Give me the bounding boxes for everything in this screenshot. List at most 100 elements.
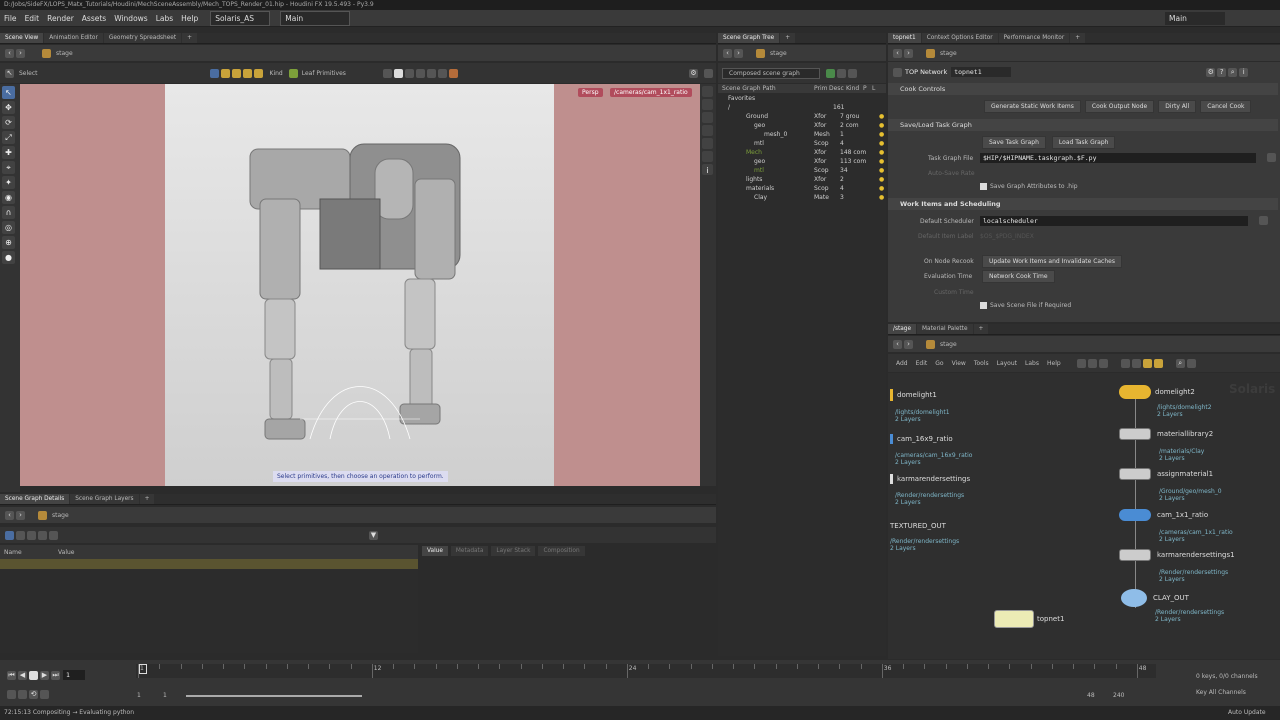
filter-icon[interactable]: ▼ xyxy=(369,530,378,540)
net-menu-layout[interactable]: Layout xyxy=(997,360,1017,367)
on-node-recook-dropdown[interactable]: Update Work Items and Invalidate Caches xyxy=(982,255,1122,268)
first-frame-icon[interactable]: ⏮ xyxy=(7,670,16,680)
node-materiallibrary2[interactable]: materiallibrary2 /materials/Clay 2 Layer… xyxy=(1119,428,1213,462)
default-scheduler-field[interactable]: localscheduler xyxy=(980,216,1248,226)
default-item-label-field[interactable]: $OS_$PDG_INDEX xyxy=(980,233,1034,240)
node-cam_1x1_ratio[interactable]: cam_1x1_ratio /cameras/cam_1x1_ratio 2 L… xyxy=(1119,509,1233,543)
cook-controls-header[interactable]: Cook Controls xyxy=(888,83,1278,95)
file-browse-icon[interactable] xyxy=(1267,153,1276,162)
flag-icon[interactable] xyxy=(1142,358,1152,368)
rotate-tool-icon[interactable]: ⟳ xyxy=(2,116,15,129)
tab-scene-graph-tree[interactable]: Scene Graph Tree xyxy=(718,33,780,43)
tab-layer-stack[interactable]: Layer Stack xyxy=(491,546,536,556)
top-path[interactable]: stage xyxy=(940,50,957,57)
range-slider[interactable] xyxy=(186,695,362,697)
tab-scene-graph-details[interactable]: Scene Graph Details xyxy=(0,494,70,504)
camera-tool-icon[interactable]: ◉ xyxy=(2,191,15,204)
col-path[interactable]: Scene Graph Path xyxy=(722,85,776,92)
col-l[interactable]: L xyxy=(872,85,875,92)
loop-icon[interactable]: ⟲ xyxy=(29,690,38,699)
lock-icon[interactable]: ● xyxy=(879,121,884,130)
help-icon[interactable]: ? xyxy=(1217,67,1227,77)
scene-graph-dropdown[interactable]: Composed scene graph xyxy=(722,67,820,79)
viewport-canvas[interactable]: Persp /cameras/cam_1x1_ratio Select prim… xyxy=(20,84,700,486)
forward-icon[interactable]: › xyxy=(734,48,743,58)
cancel-cook-button[interactable]: Cancel Cook xyxy=(1200,100,1252,113)
camera-icon[interactable] xyxy=(702,138,713,149)
scale-tool-icon[interactable]: ⤢ xyxy=(2,131,15,144)
lock-icon[interactable]: ● xyxy=(879,175,884,184)
context-selector[interactable]: Main xyxy=(280,10,351,26)
play-icon[interactable]: ▶ xyxy=(40,670,49,680)
network-options-icon[interactable] xyxy=(1186,358,1196,368)
tool-icon[interactable] xyxy=(1087,358,1097,368)
box-select-icon[interactable] xyxy=(382,68,392,78)
menu-help[interactable]: Help xyxy=(177,10,202,27)
back-icon[interactable]: ‹ xyxy=(893,48,902,58)
net-menu-go[interactable]: Go xyxy=(935,360,943,367)
tree-row[interactable]: lights Xfor 2 ● xyxy=(718,175,884,184)
dirty-all-button[interactable]: Dirty All xyxy=(1158,100,1197,113)
add-tab-icon[interactable]: + xyxy=(973,324,989,334)
node-karmarendersettings[interactable]: karmarendersettings /Render/rendersettin… xyxy=(890,474,970,506)
tab-animation-editor[interactable]: Animation Editor xyxy=(44,33,103,43)
magnet-tool-icon[interactable]: ∩ xyxy=(2,206,15,219)
details-path[interactable]: stage xyxy=(52,512,69,519)
tree-row[interactable]: mesh_0 Mesh 1 ● xyxy=(718,130,884,139)
net-menu-edit[interactable]: Edit xyxy=(916,360,928,367)
light-tool-icon[interactable]: ✦ xyxy=(2,176,15,189)
back-icon[interactable]: ‹ xyxy=(893,339,902,349)
visible-only-icon[interactable] xyxy=(437,68,447,78)
options-icon[interactable] xyxy=(848,68,857,78)
play-back-icon[interactable]: ◀ xyxy=(18,670,27,680)
lock-icon[interactable]: ● xyxy=(879,157,884,166)
move-tool-icon[interactable]: ✥ xyxy=(2,101,15,114)
stop-icon[interactable] xyxy=(29,670,38,680)
forward-icon[interactable]: › xyxy=(904,48,913,58)
display-options-icon[interactable] xyxy=(704,68,713,78)
network-name-field[interactable]: topnet1 xyxy=(951,67,1012,77)
rows-icon[interactable] xyxy=(38,530,47,540)
light-icon[interactable] xyxy=(702,125,713,136)
select-mode2-icon[interactable] xyxy=(231,68,241,78)
add-tab-icon[interactable]: + xyxy=(780,33,796,43)
node-karmarendersettings1[interactable]: karmarendersettings1 /Render/rendersetti… xyxy=(1119,549,1235,583)
tree-row[interactable]: geo Xfor 2 com ● xyxy=(718,121,884,130)
tab-scene-graph-layers[interactable]: Scene Graph Layers xyxy=(70,494,139,504)
persp-tool-icon[interactable]: ● xyxy=(2,251,15,264)
current-frame-field[interactable]: 1 xyxy=(63,670,85,680)
work-items-header[interactable]: Work Items and Scheduling xyxy=(888,198,1278,210)
tree-row[interactable]: mtl Scop 34 ● xyxy=(718,166,884,175)
gear-icon[interactable]: ⚙ xyxy=(689,68,698,78)
handle-tool-icon[interactable]: ✚ xyxy=(2,146,15,159)
note-icon[interactable] xyxy=(1153,358,1163,368)
add-tab-icon[interactable]: + xyxy=(1070,33,1086,43)
lock-icon[interactable]: ● xyxy=(879,130,884,139)
evaluation-time-dropdown[interactable]: Network Cook Time xyxy=(982,270,1055,283)
viewport-path[interactable]: stage xyxy=(56,50,73,57)
back-icon[interactable]: ‹ xyxy=(723,48,732,58)
view-tool-icon[interactable]: ◎ xyxy=(2,221,15,234)
net-menu-help[interactable]: Help xyxy=(1047,360,1061,367)
select-mode3-icon[interactable] xyxy=(242,68,252,78)
realtime-icon[interactable] xyxy=(40,690,49,699)
col-kind[interactable]: Kind xyxy=(846,85,859,92)
tab-scene-view[interactable]: Scene View xyxy=(0,33,44,43)
select-arrow-icon[interactable]: ↖ xyxy=(5,68,14,78)
tree-row[interactable]: materials Scop 4 ● xyxy=(718,184,884,193)
key-all-channels-button[interactable]: Key All Channels xyxy=(1196,689,1246,696)
tab-topnet1[interactable]: topnet1 xyxy=(888,33,921,43)
lock-icon[interactable]: ● xyxy=(879,148,884,157)
tree-row[interactable]: mtl Scop 4 ● xyxy=(718,139,884,148)
range-icon[interactable] xyxy=(7,690,16,699)
paint-select-icon[interactable] xyxy=(415,68,425,78)
node-topnet1[interactable]: topnet1 xyxy=(994,610,1064,628)
add-tab-icon[interactable]: + xyxy=(182,33,197,43)
columns-icon[interactable] xyxy=(27,530,36,540)
lock-icon[interactable]: ● xyxy=(879,193,884,202)
tree-row[interactable]: Ground Xfor 7 grou ● xyxy=(718,112,884,121)
col-prim[interactable]: Prim xyxy=(814,85,828,92)
save-task-graph-button[interactable]: Save Task Graph xyxy=(982,136,1046,149)
generate-static-work-items-button[interactable]: Generate Static Work Items xyxy=(984,100,1081,113)
display-icon[interactable] xyxy=(702,86,713,97)
